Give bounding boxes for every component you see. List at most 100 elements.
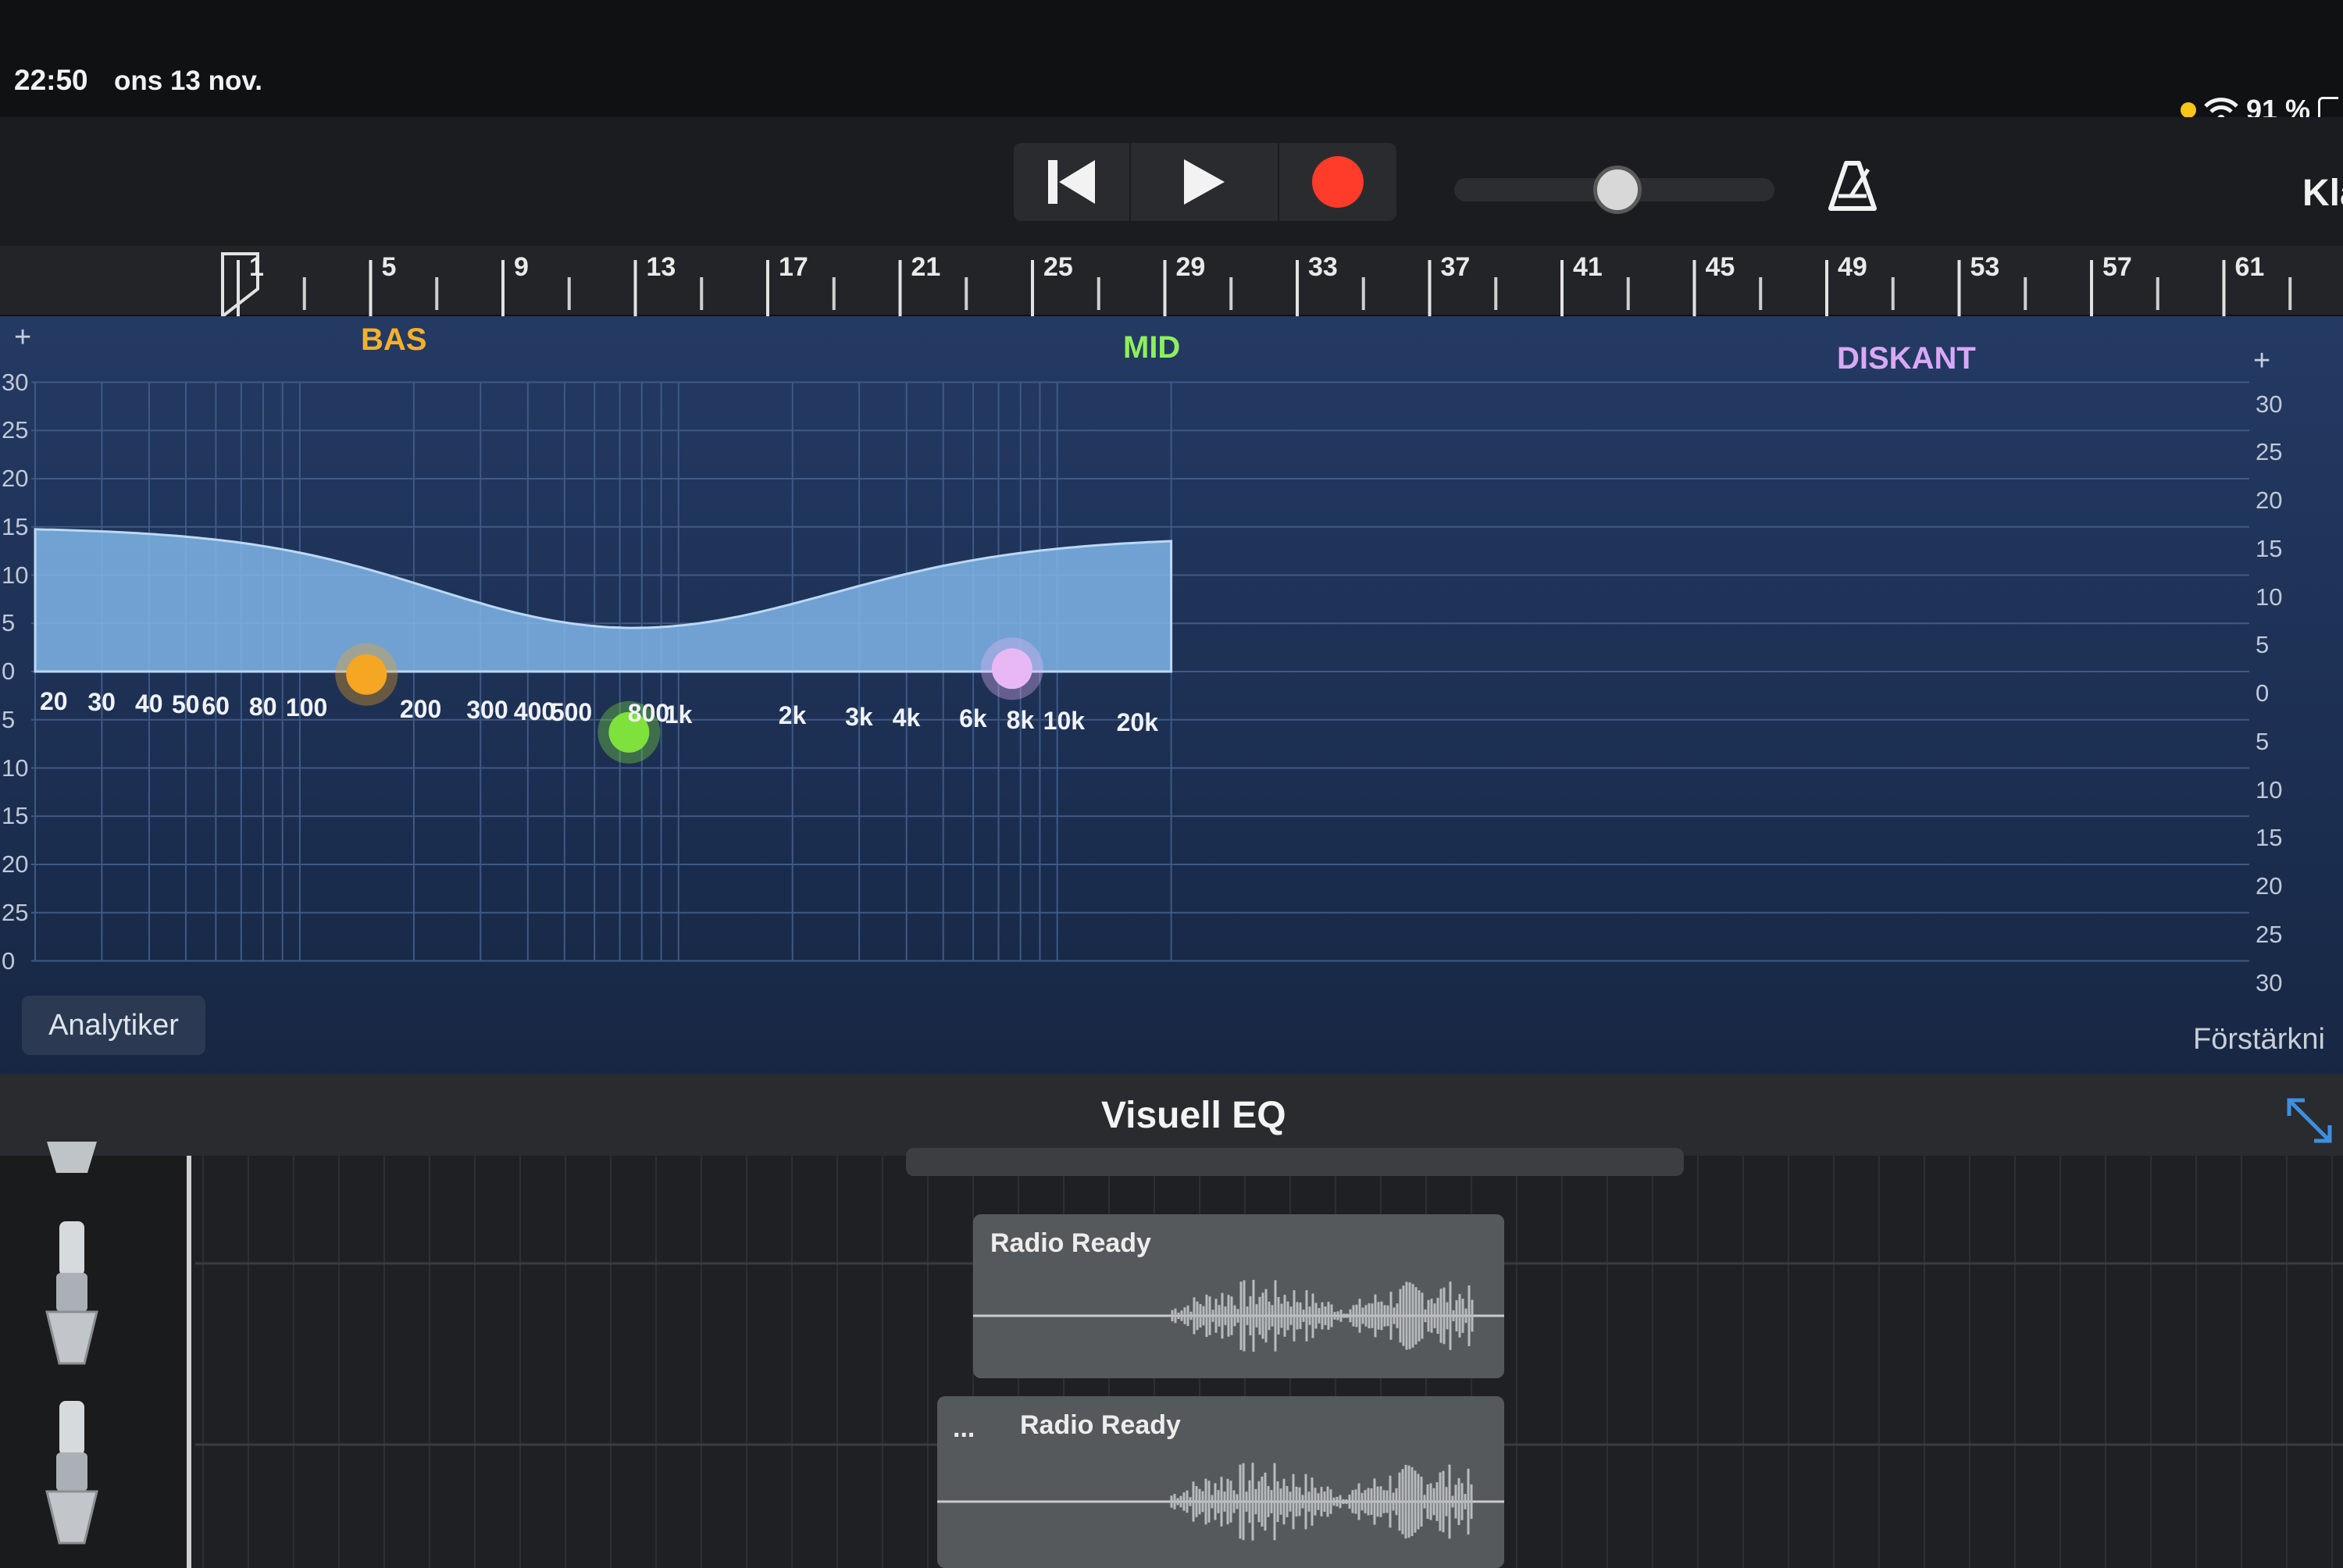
- control-bar: Kla: [0, 117, 2343, 246]
- waveform: [937, 1463, 1504, 1541]
- panel-title-bar: Visuell EQ: [0, 1074, 2343, 1156]
- audio-region[interactable]: Radio Ready: [973, 1214, 1504, 1378]
- play-button[interactable]: [1131, 143, 1279, 221]
- db-label: 0: [2, 657, 16, 685]
- ruler-bar-label: 57: [2102, 252, 2132, 282]
- frequency-label: 500: [550, 698, 593, 726]
- db-label: 5: [2, 609, 16, 637]
- band-label-bas[interactable]: BAS: [361, 323, 426, 358]
- frequency-label: 3k: [845, 702, 873, 731]
- ruler-bar-label: 61: [2234, 252, 2265, 282]
- band-label-diskant[interactable]: DISKANT: [1837, 341, 1976, 376]
- rewind-icon: [1048, 160, 1095, 204]
- frequency-label: 50: [171, 690, 200, 719]
- frequency-label: 400: [513, 697, 556, 725]
- zoom-in-right-icon[interactable]: +: [2253, 344, 2270, 378]
- db-label: 5: [2, 705, 16, 733]
- ruler-bar-label: 49: [1838, 252, 1867, 282]
- db-label: 10: [2256, 583, 2283, 611]
- ruler-bar-label: 29: [1175, 252, 1206, 282]
- zoom-in-left-icon[interactable]: +: [14, 321, 31, 355]
- ruler-bar-label: 5: [381, 252, 397, 282]
- ruler-bar-label: 9: [514, 252, 529, 282]
- record-icon: [1312, 156, 1364, 208]
- transport-controls: [1014, 143, 1396, 221]
- ruler-bar-label: 13: [646, 252, 676, 282]
- analyzer-button[interactable]: Analytiker: [22, 996, 205, 1055]
- frequency-label: 100: [285, 693, 328, 722]
- db-label: 10: [2256, 775, 2283, 804]
- ruler-bar-label: 53: [1970, 252, 2000, 282]
- diskant-band-handle[interactable]: [980, 637, 1043, 700]
- db-label: 15: [2, 512, 29, 540]
- microphone-icon[interactable]: [41, 1218, 103, 1367]
- frequency-label: 4k: [892, 704, 921, 732]
- ruler-bar-label: 17: [779, 252, 808, 282]
- region-name: Radio Ready: [1020, 1410, 1181, 1440]
- ruler-bar-label: 1: [249, 252, 264, 282]
- microphone-icon[interactable]: [41, 1142, 103, 1181]
- db-label: 25: [2256, 438, 2283, 466]
- eq-graph: [31, 381, 2249, 962]
- region-name: Radio Ready: [990, 1228, 1151, 1258]
- status-date: ons 13 nov.: [114, 66, 262, 96]
- frequency-label: 2k: [778, 701, 807, 730]
- db-label: 20: [2, 850, 29, 878]
- db-label: 20: [2256, 872, 2283, 900]
- expand-icon[interactable]: [2284, 1096, 2334, 1146]
- db-label: 25: [2, 416, 29, 444]
- db-label: 20: [2, 465, 29, 492]
- gain-label[interactable]: Förstärkni: [2193, 1023, 2325, 1057]
- db-label: 5: [2256, 631, 2270, 659]
- db-label: 20: [2256, 486, 2283, 514]
- record-button[interactable]: [1279, 143, 1396, 221]
- db-label: 30: [2256, 968, 2283, 996]
- play-icon: [1184, 159, 1225, 205]
- db-label: 0: [2, 946, 16, 975]
- frequency-label: 1k: [664, 700, 693, 729]
- frequency-label: 20: [40, 687, 68, 715]
- timeline-ruler[interactable]: 1 5 9 13 17 21 25 29 33 37 41 45 49 53 57 61: [0, 246, 2343, 316]
- panel-title: Visuell EQ: [1101, 1095, 1286, 1136]
- frequency-label: 40: [134, 689, 163, 718]
- bas-band-handle[interactable]: [335, 643, 398, 706]
- db-label: 25: [2, 898, 29, 926]
- db-label: 15: [2256, 534, 2283, 562]
- frequency-label: 10k: [1043, 707, 1086, 736]
- microphone-icon[interactable]: [41, 1398, 103, 1546]
- db-label: 25: [2256, 920, 2283, 948]
- control-bar-title: Kla: [2302, 173, 2343, 214]
- rewind-button[interactable]: [1014, 143, 1131, 221]
- ruler-bar-label: 25: [1043, 252, 1073, 282]
- visual-eq-panel: + + BAS MID DISKANT 30 25 20 15 10 5 0 5 10 15 20 2…: [0, 316, 2343, 1074]
- frequency-label: 20k: [1116, 707, 1158, 736]
- frequency-label: 300: [466, 696, 508, 725]
- tracks-area: Radio Ready ... Radio Ready: [0, 1142, 2343, 1568]
- volume-slider[interactable]: [1454, 166, 1774, 214]
- db-label: 30: [2, 368, 29, 396]
- db-label: 10: [2, 561, 29, 589]
- ruler-bar-label: 21: [911, 252, 941, 282]
- track-region-header[interactable]: [906, 1148, 1684, 1176]
- frequency-label: 30: [87, 688, 116, 717]
- band-label-mid[interactable]: MID: [1123, 330, 1180, 365]
- db-label: 15: [2, 802, 29, 830]
- audio-region[interactable]: ... Radio Ready: [937, 1396, 1504, 1568]
- metronome-icon[interactable]: [1828, 160, 1878, 212]
- db-label: 0: [2256, 679, 2270, 707]
- db-label: 15: [2256, 824, 2283, 852]
- track-headers: [0, 1142, 191, 1568]
- volume-slider-knob[interactable]: [1593, 166, 1642, 214]
- recording-indicator-icon: [2180, 102, 2196, 118]
- frequency-label: 8k: [1006, 705, 1035, 734]
- frequency-label: 6k: [959, 704, 987, 733]
- frequency-label: 800: [627, 699, 670, 728]
- ruler-bar-label: 37: [1440, 252, 1471, 282]
- frequency-label: 200: [399, 694, 442, 723]
- status-time: 22:50: [14, 64, 88, 96]
- db-label: 30: [2256, 390, 2283, 418]
- status-bar: 22:50 ons 13 nov. 91 %: [0, 0, 2343, 126]
- region-menu-button[interactable]: ...: [953, 1413, 975, 1444]
- ruler-bar-label: 45: [1705, 252, 1735, 282]
- frequency-label: 80: [248, 693, 277, 721]
